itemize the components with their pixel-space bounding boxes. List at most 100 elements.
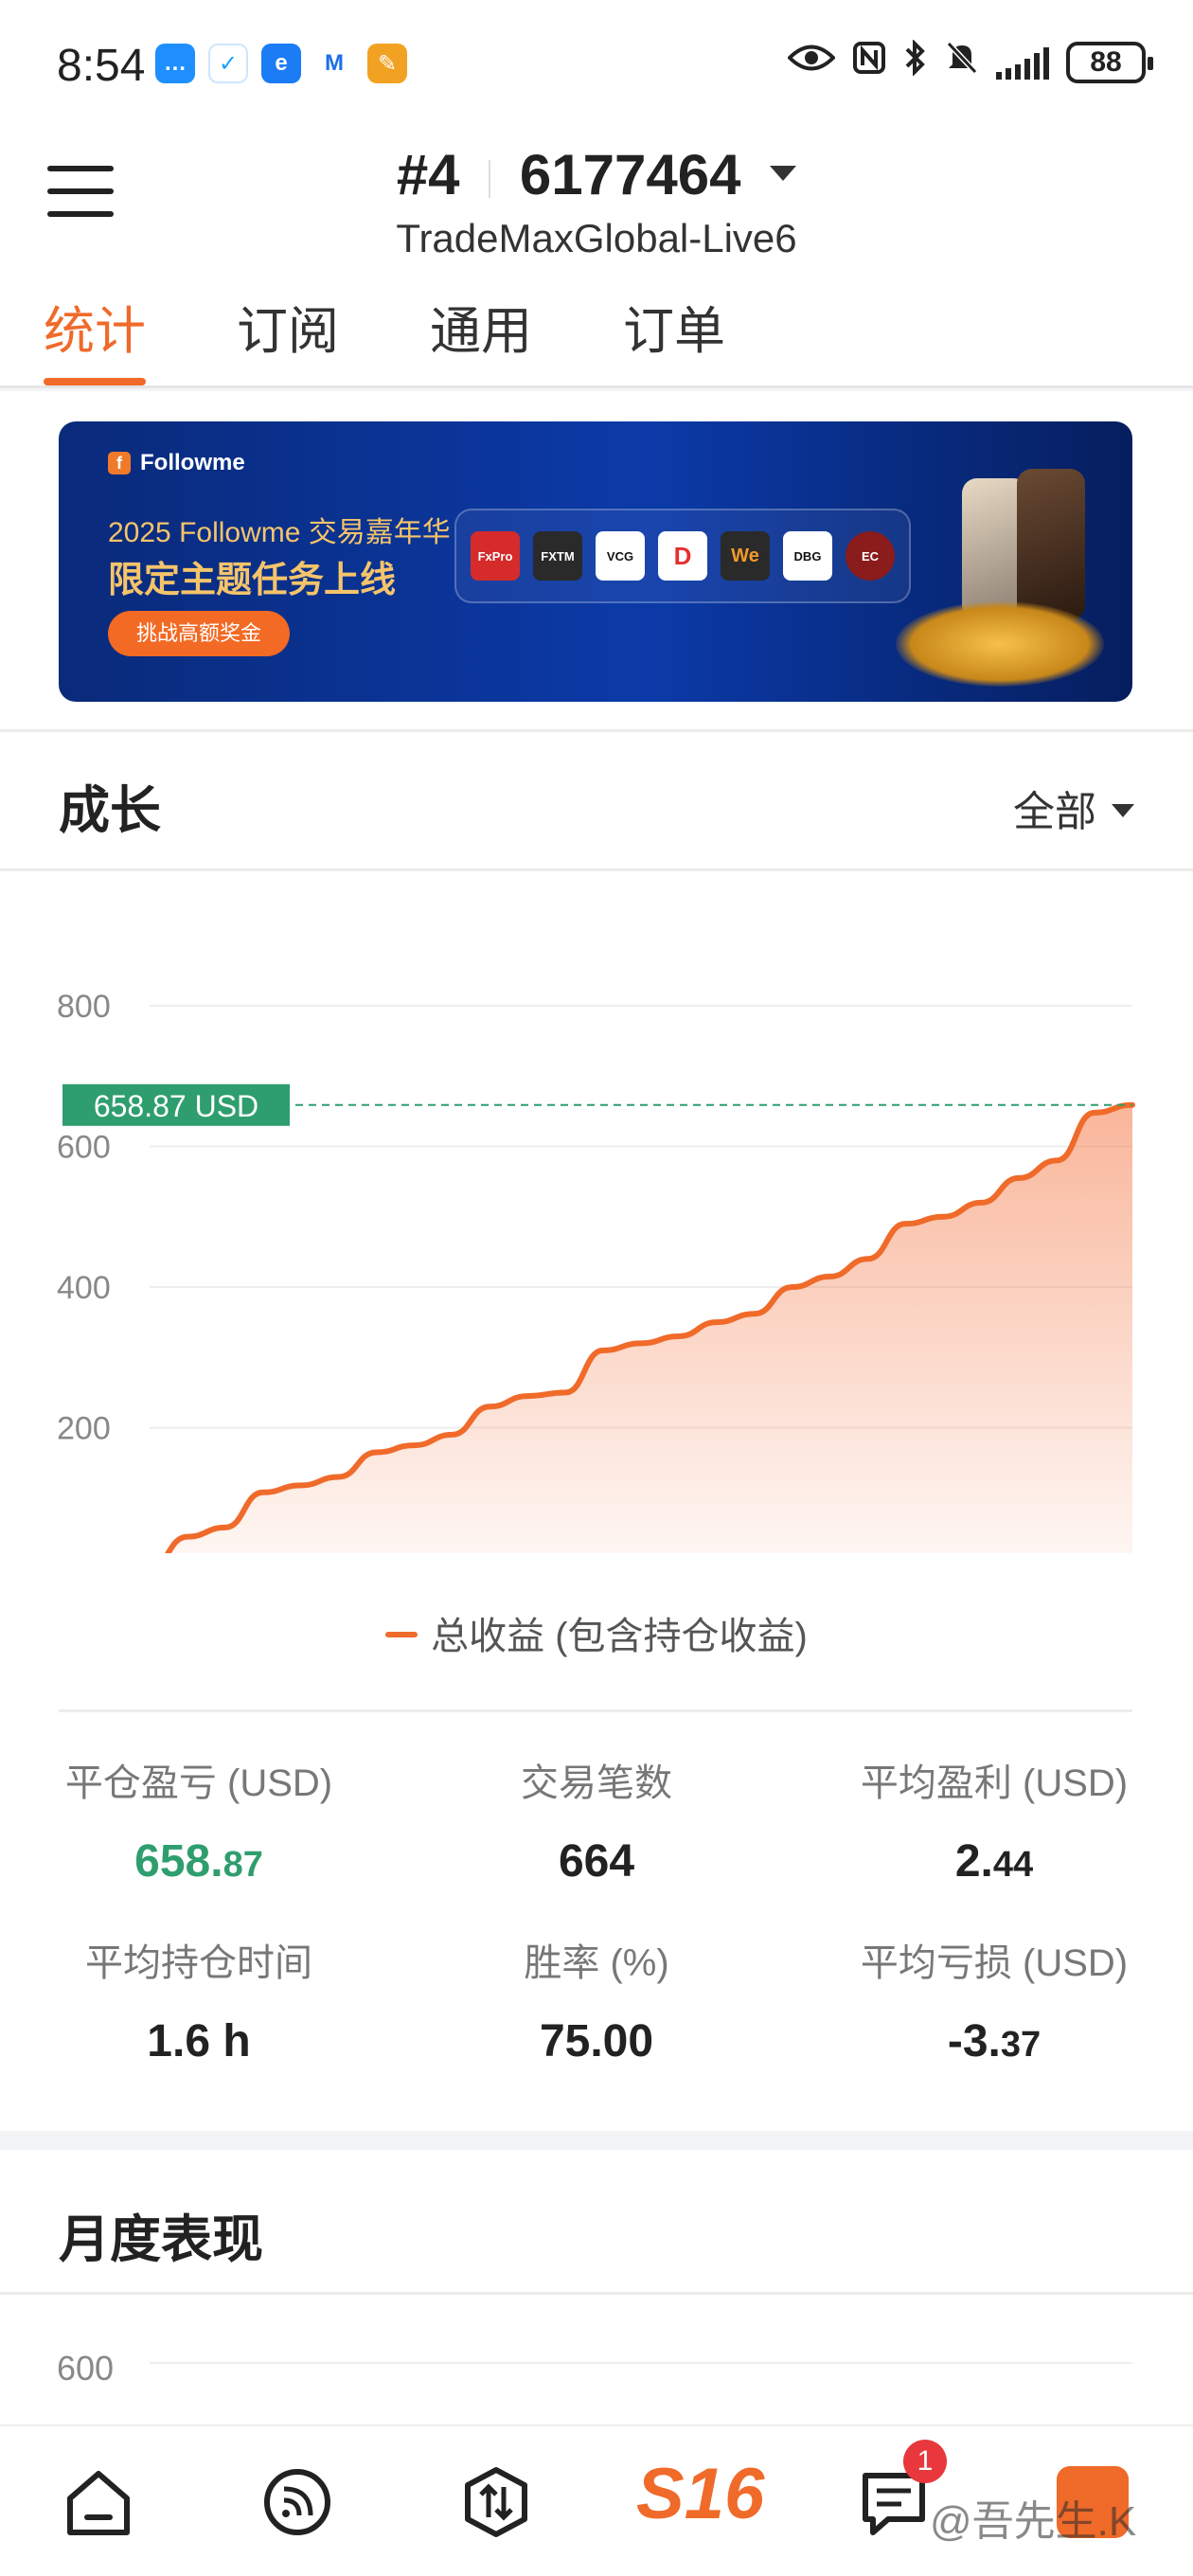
stat-avg-hold-time: 平均持仓时间 1.6 h (0, 1932, 398, 2067)
stat-label: 交易笔数 (521, 1762, 672, 1804)
status-app-icons: … ✓ e M ✎ (155, 44, 407, 83)
promo-banner[interactable]: f Followme 2025 Followme 交易嘉年华 限定主题任务上线 … (59, 421, 1132, 702)
nav-event-button[interactable]: S16 (636, 2453, 764, 2535)
feed-icon (264, 2469, 330, 2535)
message-app-icon: … (155, 44, 195, 83)
y-tick-label: 0 (57, 1551, 75, 1553)
growth-title: 成长 (59, 782, 161, 839)
stat-value-int: 75.00 (539, 2016, 654, 2066)
stat-trade-count: 交易笔数 664 (398, 1752, 795, 1887)
growth-chart: 800600400200018 Aug25 Aug03 Sep658.87 US… (57, 989, 1135, 1553)
stat-label: 平均亏损 (USD) (860, 1942, 1129, 1984)
monthly-title: 月度表现 (59, 2211, 263, 2268)
stat-win-rate: 胜率 (%) 75.00 (398, 1932, 795, 2067)
legend-label: 总收益 (包含持仓收益) (431, 1616, 808, 1657)
nfc-icon (852, 41, 886, 83)
stat-value-dec: 87 (223, 1845, 263, 1885)
stat-value: 658.87 (0, 1835, 398, 1887)
account-number: 6177464 (519, 143, 741, 206)
broker-logo: We (721, 531, 770, 581)
status-bar: 8:54 … ✓ e M ✎ 88 (0, 0, 1193, 133)
broker-logos: FxPro FXTM VCG D We DBG EC (454, 509, 911, 603)
browser-app-icon: e (261, 44, 301, 83)
stat-value: 2.44 (795, 1835, 1193, 1887)
broker-logo: VCG (596, 531, 645, 581)
bluetooth-icon (903, 39, 928, 84)
broker-logo: FxPro (471, 531, 520, 581)
range-filter-label: 全部 (1013, 789, 1096, 835)
current-value-label: 658.87 USD (94, 1089, 258, 1123)
mail-app-icon: M (314, 44, 354, 83)
trade-icon (465, 2467, 527, 2537)
eye-icon (787, 42, 836, 82)
stat-label: 平均持仓时间 (85, 1942, 312, 1984)
account-server: TradeMaxGlobal-Live6 (396, 216, 797, 260)
nav-feed[interactable] (250, 2455, 345, 2549)
stat-value-int: 664 (558, 1836, 635, 1887)
signal-icon (996, 45, 1049, 80)
gold-illustration (896, 601, 1104, 687)
nav-trade[interactable] (449, 2455, 543, 2549)
stat-label: 胜率 (%) (524, 1942, 669, 1984)
chevron-down-icon (770, 166, 797, 182)
nav-home[interactable] (51, 2455, 146, 2549)
messages-badge: 1 (903, 2440, 947, 2483)
banner-title: 限定主题任务上线 (108, 561, 397, 600)
chat-app-icon: ✓ (208, 44, 248, 83)
battery-icon: 88 (1066, 41, 1153, 83)
account-selector[interactable]: #4 6177464 (0, 142, 1193, 207)
broker-logo: FXTM (533, 531, 582, 581)
monthly-y-tick: 600 (57, 2349, 115, 2388)
section-divider (59, 1709, 1132, 1712)
account-separator (489, 160, 491, 199)
banner-cta-button[interactable]: 挑战高额奖金 (108, 611, 290, 656)
monthly-section: 月度表现 600 (0, 2150, 1193, 2443)
broker-logo: EC (846, 531, 895, 581)
banner-section: f Followme 2025 Followme 交易嘉年华 限定主题任务上线 … (0, 391, 1193, 729)
banner-subtitle: 2025 Followme 交易嘉年华 (108, 517, 451, 548)
mute-icon (945, 40, 979, 84)
nav-messages[interactable]: 1 (846, 2440, 947, 2549)
broker-logo: D (658, 531, 707, 581)
tab-bar: 统计 订阅 通用 订单 (0, 294, 1193, 388)
followme-logo-icon: f (108, 452, 131, 474)
battery-level: 88 (1090, 45, 1122, 78)
growth-section: 成长 全部 800600400200018 Aug25 Aug03 Sep658… (0, 729, 1193, 2131)
stat-label: 平仓盈亏 (USD) (64, 1762, 333, 1804)
stat-value: 664 (398, 1835, 795, 1887)
note-app-icon: ✎ (367, 44, 407, 83)
tab-general[interactable]: 通用 (430, 294, 532, 385)
stat-value-int: 1.6 h (147, 2016, 251, 2066)
app-header: #4 6177464 TradeMaxGlobal-Live6 统计 订阅 通用… (0, 133, 1193, 388)
stat-value: 75.00 (398, 2015, 795, 2067)
y-tick-label: 200 (57, 1411, 111, 1447)
banner-brand: f Followme (108, 450, 245, 476)
stat-value-dec: 44 (992, 1845, 1034, 1885)
y-tick-label: 400 (57, 1270, 111, 1306)
stat-avg-loss: 平均亏损 (USD) -3.37 (795, 1932, 1193, 2067)
tab-subscription[interactable]: 订阅 (237, 294, 339, 385)
tab-orders[interactable]: 订单 (623, 294, 725, 385)
stat-closed-pnl: 平仓盈亏 (USD) 658.87 (0, 1752, 398, 1887)
caret-down-icon (1112, 804, 1134, 818)
y-tick-label: 600 (57, 1130, 111, 1166)
stat-value: 1.6 h (0, 2015, 398, 2067)
banner-brand-name: Followme (140, 450, 245, 475)
status-indicators: 88 (787, 39, 1153, 84)
account-prefix: #4 (396, 143, 460, 206)
status-time: 8:54 (57, 41, 146, 91)
y-tick-label: 800 (57, 989, 111, 1025)
section-divider (0, 2292, 1193, 2295)
stat-avg-profit: 平均盈利 (USD) 2.44 (795, 1752, 1193, 1887)
home-icon (67, 2471, 130, 2535)
range-filter[interactable]: 全部 (1013, 778, 1134, 838)
stat-label: 平均盈利 (USD) (860, 1762, 1129, 1804)
phone-illustration (1017, 469, 1085, 620)
tab-statistics[interactable]: 统计 (44, 294, 146, 385)
monthly-gridline (150, 2362, 1132, 2364)
chart-legend: 总收益 (包含持仓收益) (0, 1605, 1193, 1660)
stat-value-int: 2. (954, 1836, 993, 1887)
stat-value-dec: 37 (1000, 2025, 1042, 2065)
stat-value: -3.37 (795, 2015, 1193, 2067)
stat-value-int: -3. (947, 2016, 1001, 2066)
